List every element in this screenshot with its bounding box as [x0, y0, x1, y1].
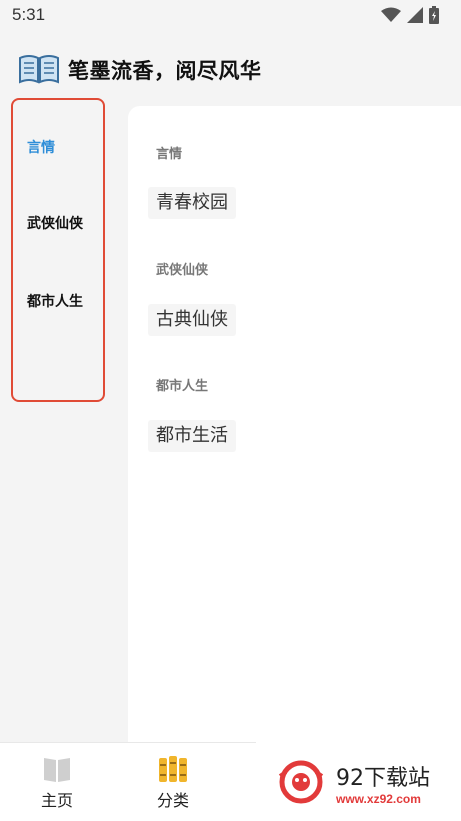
page-title: 笔墨流香，阅尽风华 — [68, 59, 262, 83]
signal-icon — [407, 7, 423, 23]
tab-home[interactable]: 主页 — [22, 755, 92, 811]
tag-urban-life[interactable]: 都市生活 — [148, 420, 236, 452]
section-title-wuxia: 武侠仙侠 — [156, 263, 209, 278]
site-watermark: 92下载站 www.xz92.com — [256, 742, 461, 820]
tab-category[interactable]: 分类 — [138, 755, 208, 811]
tab-category-label: 分类 — [156, 791, 189, 810]
sidebar-item-wuxia[interactable]: 武侠仙侠 — [27, 213, 83, 233]
section-title-urban: 都市人生 — [156, 379, 209, 394]
tab-home-label: 主页 — [40, 791, 73, 810]
category-icon — [159, 756, 187, 782]
sidebar-highlight-frame — [11, 98, 105, 402]
book-logo-icon — [19, 55, 59, 84]
book-icon — [44, 758, 70, 782]
watermark-logo-icon — [278, 760, 324, 804]
sidebar-item-romance[interactable]: 言情 — [27, 137, 55, 157]
status-time: 5:31 — [12, 5, 46, 24]
status-icons — [381, 6, 439, 24]
tag-classic-xianxia[interactable]: 古典仙侠 — [148, 304, 236, 336]
watermark-url: www.xz92.com — [336, 792, 421, 806]
sidebar-item-urban[interactable]: 都市人生 — [27, 291, 83, 311]
tag-youth-campus[interactable]: 青春校园 — [148, 187, 236, 219]
wifi-icon — [381, 7, 401, 22]
battery-icon — [429, 6, 439, 24]
watermark-title: 92下载站 — [336, 766, 430, 791]
status-bar: 5:31 — [0, 0, 461, 32]
section-title-romance: 言情 — [156, 147, 183, 162]
